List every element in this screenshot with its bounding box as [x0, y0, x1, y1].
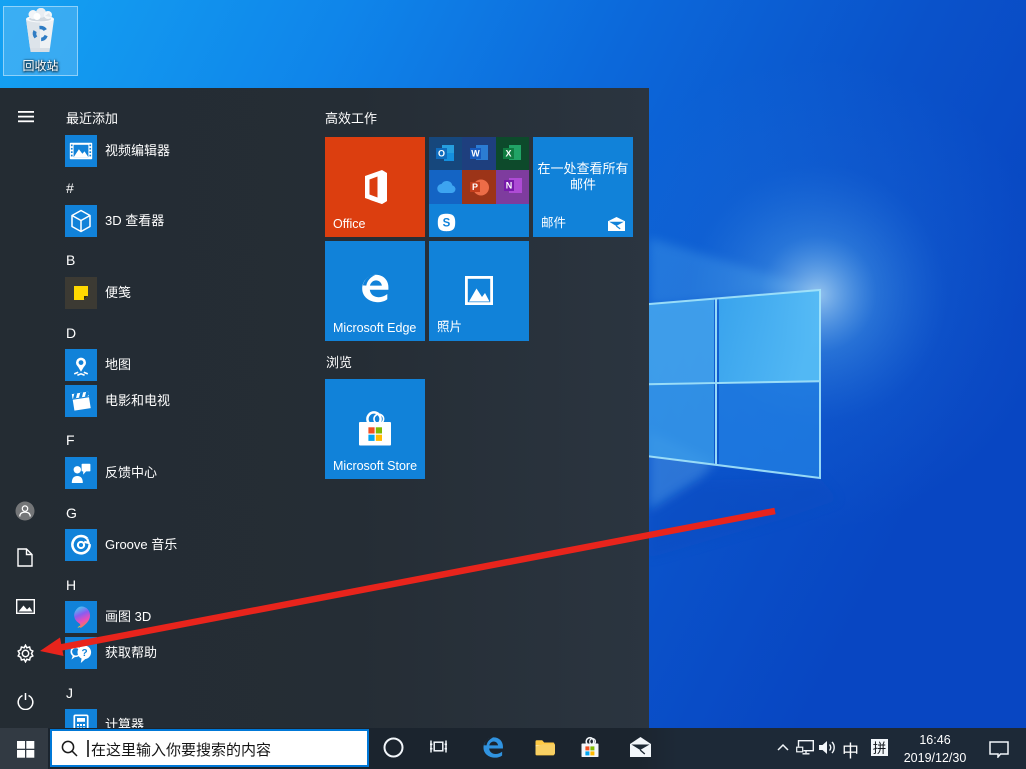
svg-text:N: N: [506, 181, 513, 191]
svg-text:?: ?: [81, 648, 87, 659]
svg-text:O: O: [438, 149, 445, 159]
svg-text:W: W: [471, 149, 480, 159]
svg-text:S: S: [443, 217, 451, 229]
svg-text:X: X: [505, 149, 511, 159]
svg-text:P: P: [472, 182, 478, 192]
